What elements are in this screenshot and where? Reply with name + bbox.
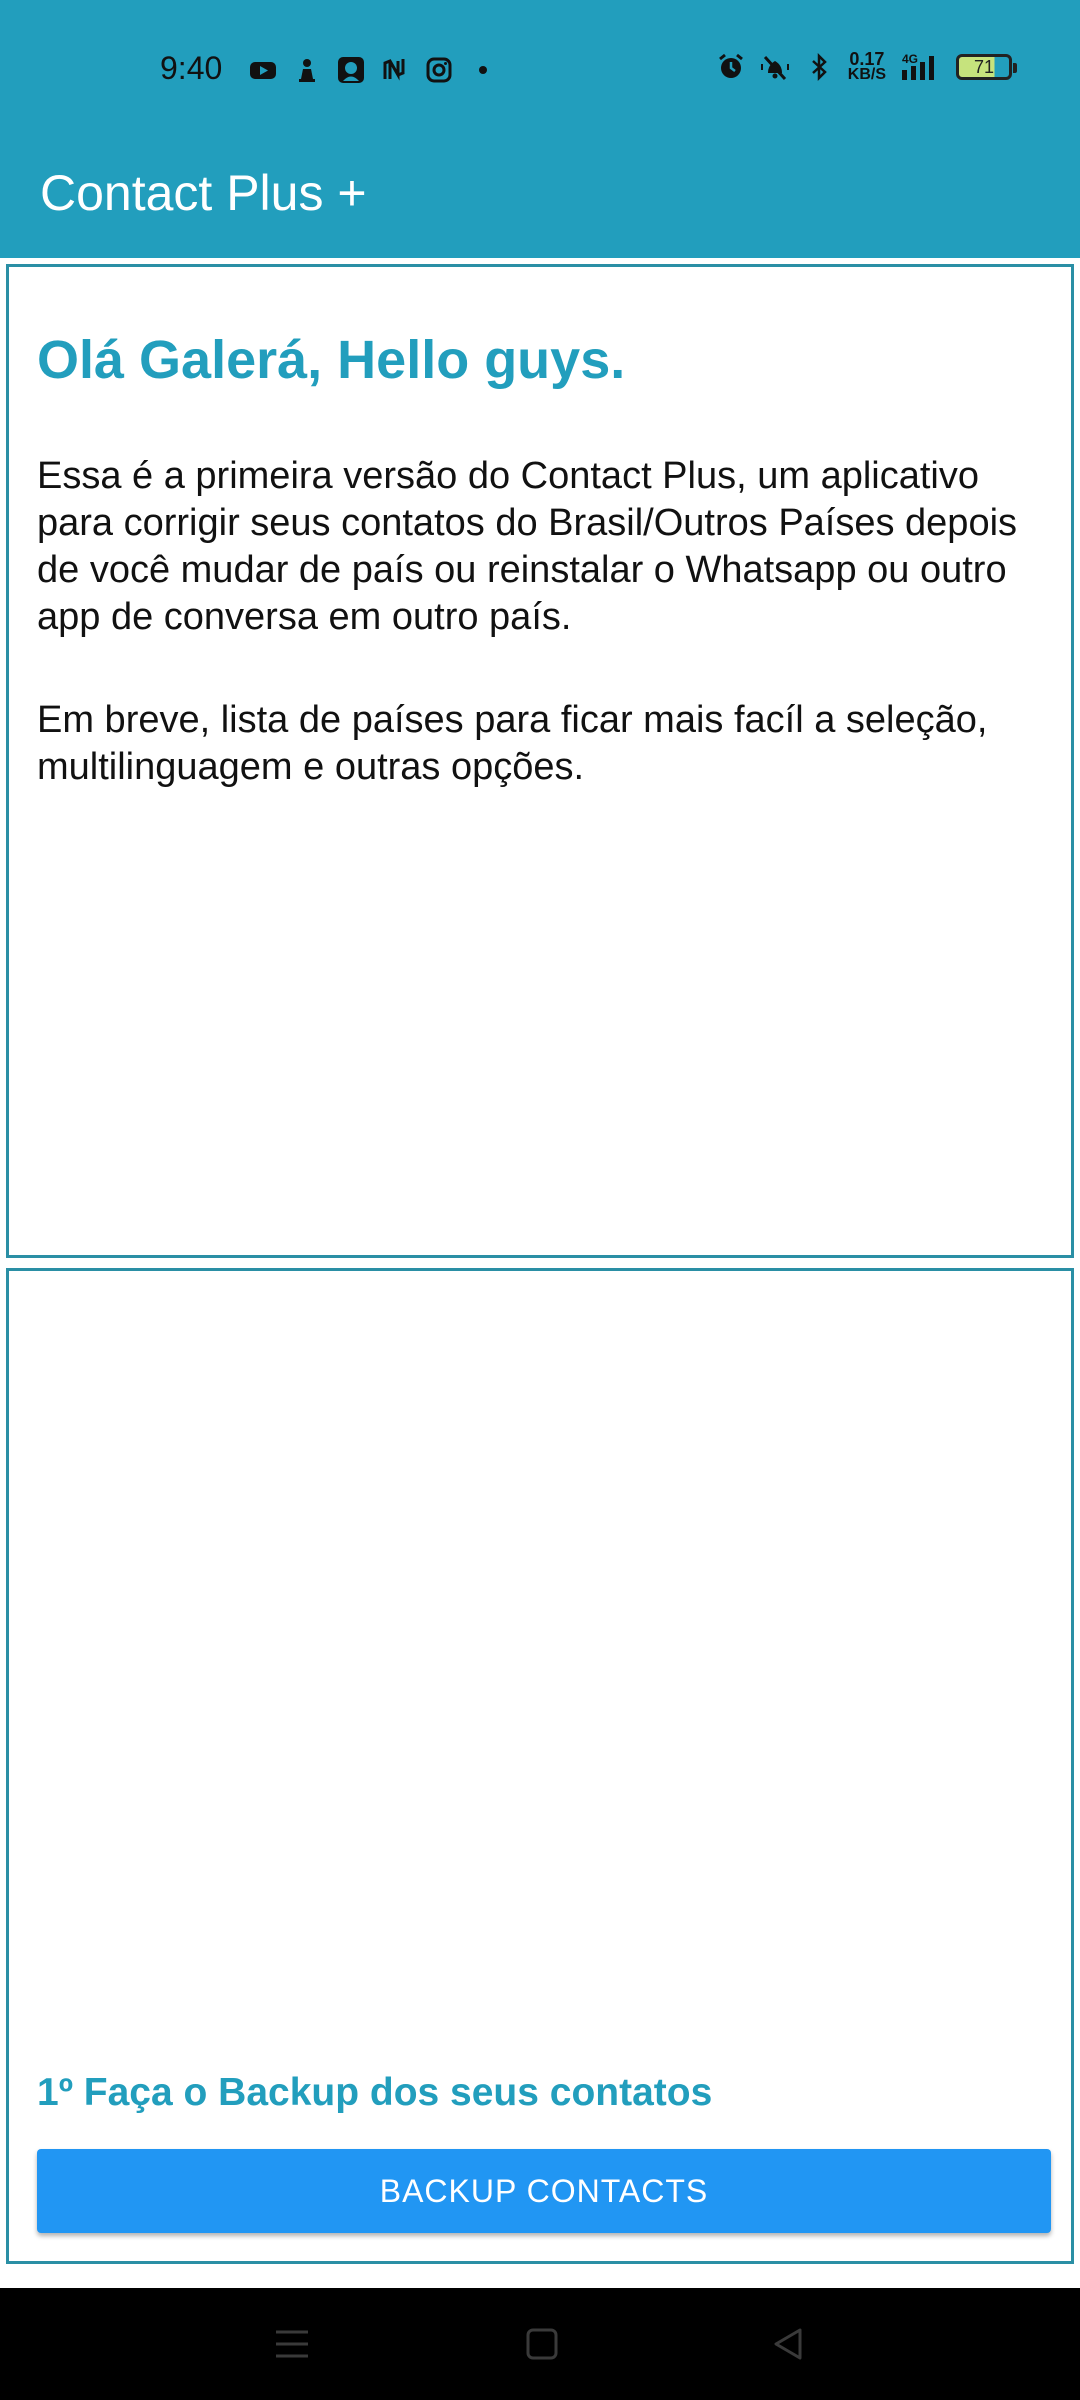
dot-icon xyxy=(468,55,498,85)
recents-button[interactable] xyxy=(266,2318,318,2370)
network-speed-value: 0.17 xyxy=(849,49,885,69)
notion-icon xyxy=(380,55,410,85)
network-type: 4G xyxy=(902,52,918,66)
intro-paragraph-1: Essa é a primeira versão do Contact Plus… xyxy=(37,455,1018,638)
menu-lines-icon xyxy=(276,2330,308,2358)
intro-paragraph-2: Em breve, lista de países para ficar mai… xyxy=(37,699,988,788)
status-bar: 9:40 0.17 KB/S 4G 71 xyxy=(0,0,1080,140)
battery-icon: 71 xyxy=(956,54,1017,80)
vibrate-off-icon xyxy=(760,52,790,82)
notification-icons xyxy=(248,55,498,85)
back-triangle-icon xyxy=(774,2328,802,2360)
backup-card: 1º Faça o Backup dos seus contatos BACKU… xyxy=(6,1268,1074,2264)
intro-card: Olá Galerá, Hello guys. Essa é a primeir… xyxy=(6,264,1074,1258)
status-time: 9:40 xyxy=(160,50,223,86)
square-icon xyxy=(526,2328,558,2360)
battery-level: 71 xyxy=(973,56,995,77)
greeting-heading: Olá Galerá, Hello guys. xyxy=(37,330,626,390)
network-speed-unit: KB/S xyxy=(847,66,886,83)
navigation-bar xyxy=(0,2288,1080,2400)
signal-icon: 4G xyxy=(900,52,942,82)
backup-contacts-button[interactable]: BACKUP CONTACTS xyxy=(37,2149,1051,2233)
avatar-app-icon xyxy=(336,55,366,85)
app-title: Contact Plus + xyxy=(40,165,367,221)
home-button[interactable] xyxy=(516,2318,568,2370)
chess-pawn-icon xyxy=(292,55,322,85)
app-bar: Contact Plus + xyxy=(0,140,1080,258)
youtube-icon xyxy=(248,55,278,85)
screen: 9:40 0.17 KB/S 4G 71 Contact Plus + Olá … xyxy=(0,0,1080,2400)
back-button[interactable] xyxy=(762,2318,814,2370)
backup-hint: 1º Faça o Backup dos seus contatos xyxy=(37,2071,713,2114)
instagram-icon xyxy=(424,55,454,85)
network-speed: 0.17 KB/S xyxy=(847,49,886,83)
bluetooth-icon xyxy=(804,52,834,82)
alarm-icon xyxy=(716,52,746,82)
system-icons: 0.17 KB/S 4G 71 xyxy=(716,49,1017,83)
